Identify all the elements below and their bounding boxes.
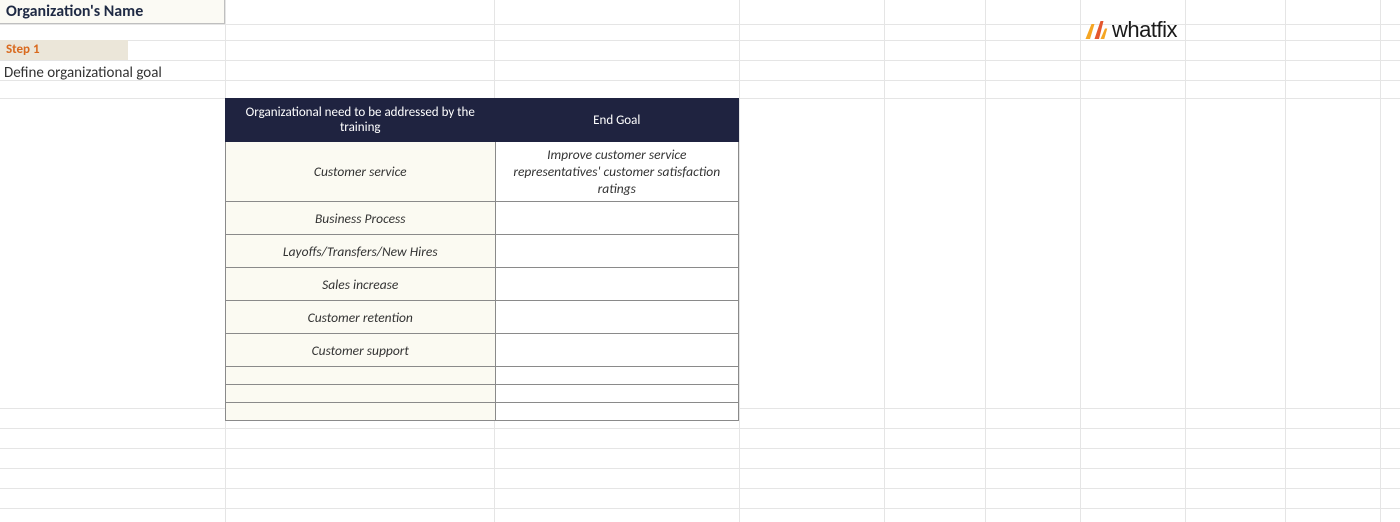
table-header-need: Organizational need to be addressed by t… bbox=[226, 99, 496, 142]
need-cell[interactable]: Customer support bbox=[226, 334, 496, 367]
need-cell[interactable]: Layoffs/Transfers/New Hires bbox=[226, 235, 496, 268]
goal-cell[interactable] bbox=[495, 385, 738, 403]
table-row bbox=[226, 385, 739, 403]
table-row: Customer support bbox=[226, 334, 739, 367]
table-row bbox=[226, 367, 739, 385]
goal-cell[interactable]: Improve customer service representatives… bbox=[495, 142, 738, 202]
goal-cell[interactable] bbox=[495, 268, 738, 301]
step-label-text: Step 1 bbox=[6, 42, 40, 57]
need-cell[interactable]: Sales increase bbox=[226, 268, 496, 301]
table-row: Sales increase bbox=[226, 268, 739, 301]
goal-cell[interactable] bbox=[495, 202, 738, 235]
section-subtitle: Define organizational goal bbox=[4, 64, 162, 82]
goal-cell[interactable] bbox=[495, 334, 738, 367]
goal-cell[interactable] bbox=[495, 235, 738, 268]
need-cell[interactable] bbox=[226, 367, 496, 385]
table-row: Layoffs/Transfers/New Hires bbox=[226, 235, 739, 268]
goal-cell[interactable] bbox=[495, 403, 738, 421]
org-name-text: Organization's Name bbox=[6, 2, 143, 21]
whatfix-logo: whatfix bbox=[1084, 16, 1177, 44]
need-cell[interactable]: Customer service bbox=[226, 142, 496, 202]
goal-cell[interactable] bbox=[495, 301, 738, 334]
table-row: Business Process bbox=[226, 202, 739, 235]
goal-cell[interactable] bbox=[495, 367, 738, 385]
step-label-cell[interactable]: Step 1 bbox=[0, 40, 128, 60]
need-cell[interactable] bbox=[226, 385, 496, 403]
training-needs-table: Organizational need to be addressed by t… bbox=[225, 98, 739, 421]
need-cell[interactable]: Customer retention bbox=[226, 301, 496, 334]
org-name-cell[interactable]: Organization's Name bbox=[0, 0, 225, 24]
table-row: Customer retention bbox=[226, 301, 739, 334]
need-cell[interactable]: Business Process bbox=[226, 202, 496, 235]
whatfix-logo-text: whatfix bbox=[1112, 17, 1177, 43]
table-header-goal: End Goal bbox=[495, 99, 738, 142]
table-row: Customer serviceImprove customer service… bbox=[226, 142, 739, 202]
table-row bbox=[226, 403, 739, 421]
need-cell[interactable] bbox=[226, 403, 496, 421]
whatfix-logo-icon bbox=[1084, 18, 1114, 42]
